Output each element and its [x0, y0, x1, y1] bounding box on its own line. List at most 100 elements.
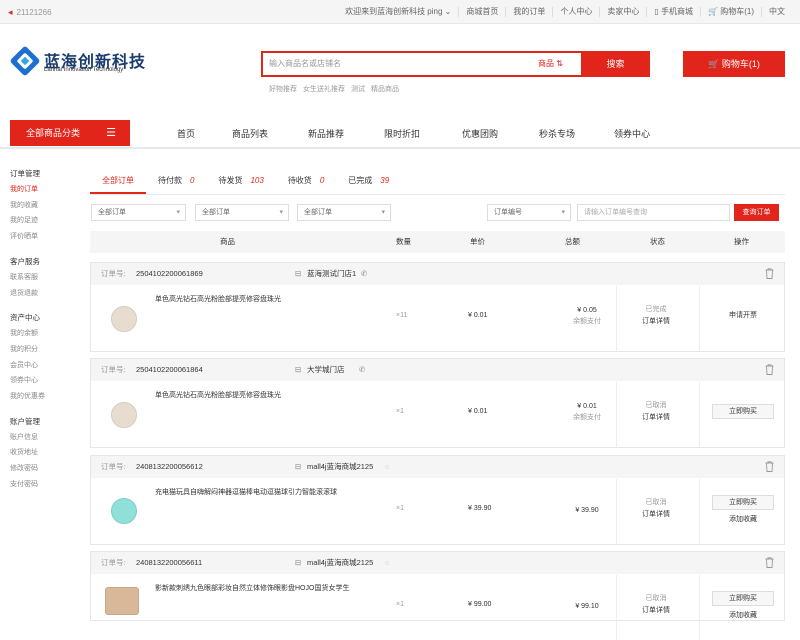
hot-word[interactable]: 测试 [351, 84, 365, 94]
sidebar-item-password[interactable]: 修改密码 [10, 461, 80, 477]
sidebar-item-refund[interactable]: 退货退款 [10, 286, 80, 302]
store-icon: ⊟ [295, 558, 302, 567]
phone-icon[interactable]: ✆ [361, 263, 367, 285]
product-name[interactable]: 充电猫玩具自嗨解闷神器逗猫棒电动逗猫球引力智能滚滚球 [155, 487, 355, 499]
table-header: 商品 数量 单价 总额 状态 操作 [90, 231, 785, 253]
trash-icon[interactable] [765, 268, 774, 279]
tab-pending-payment[interactable]: 待付款 0 [146, 169, 206, 194]
sidebar-item-contact[interactable]: 联系客服 [10, 270, 80, 286]
add-favorite-link[interactable]: 添加收藏 [711, 610, 775, 620]
search-button[interactable]: 搜索 [581, 53, 650, 75]
buy-again-button[interactable]: 立即购买 [712, 495, 774, 510]
sidebar-item-my-orders[interactable]: 我的订单 [10, 182, 80, 198]
nav-item-discount[interactable]: 限时折扣 [364, 127, 440, 140]
link-cart[interactable]: 🛒 购物车(1) [700, 7, 761, 17]
product-name[interactable]: 影新款刺绣九色眼部彩妆自然立体修饰眼影盘HOJO国货女学生 [155, 583, 355, 595]
chat-icon[interactable]: ◌ [385, 552, 389, 574]
nav-item-flash-sale[interactable]: 秒杀专场 [520, 127, 594, 140]
add-favorite-link[interactable]: 添加收藏 [711, 514, 775, 524]
tab-label: 已完成 [348, 176, 373, 185]
sidebar-item-balance[interactable]: 我的余额 [10, 326, 80, 342]
sidebar-group-orders: 订单管理 我的订单 我的收藏 我的足迹 评价晒单 [10, 166, 80, 245]
sidebar-item-address[interactable]: 收货地址 [10, 445, 80, 461]
buy-again-button[interactable]: 立即购买 [712, 404, 774, 419]
tab-pending-shipment[interactable]: 待发货 103 [206, 169, 275, 194]
status-text: 已取消 [645, 402, 667, 409]
phone-icon[interactable]: ✆ [359, 359, 365, 381]
order-detail-link[interactable]: 订单详情 [636, 509, 676, 521]
sidebar-item-account-info[interactable]: 账户信息 [10, 430, 80, 446]
product-image[interactable] [105, 587, 139, 615]
sidebar-group-title: 订单管理 [10, 169, 40, 178]
order-actions: 立即购买 添加收藏 [711, 591, 775, 620]
order-status: 已取消 订单详情 [636, 497, 676, 521]
product-image[interactable] [111, 498, 137, 524]
quantity: ×1 [396, 408, 404, 415]
hot-word[interactable]: 好物推荐 [269, 84, 297, 94]
search-field-select[interactable]: 订单编号 ▾ [487, 204, 571, 221]
nav-item-products[interactable]: 商品列表 [212, 127, 288, 140]
sidebar-item-my-coupons[interactable]: 我的优惠券 [10, 389, 80, 405]
tab-pending-receipt[interactable]: 待收货 0 [276, 169, 336, 194]
store-name[interactable]: mall4j蓝海商城2125 [307, 456, 373, 478]
link-my-orders[interactable]: 我的订单 [505, 7, 552, 17]
welcome-user[interactable]: 欢迎来到蓝海创新科技 ping ⌄ [338, 7, 458, 17]
product-name[interactable]: 单色高光钻石高光粉脸部提亮修容盘珠光 [155, 294, 355, 306]
hot-word[interactable]: 精品商品 [371, 84, 399, 94]
order-detail-link[interactable]: 订单详情 [636, 316, 676, 328]
order-type-select[interactable]: 全部订单 ▾ [91, 204, 186, 221]
trash-icon[interactable] [765, 364, 774, 375]
order-time-select[interactable]: 全部订单 ▾ [195, 204, 289, 221]
sidebar-item-pay-password[interactable]: 支付密码 [10, 477, 80, 493]
link-seller-center[interactable]: 卖家中心 [599, 7, 646, 17]
sidebar-item-points[interactable]: 我的积分 [10, 342, 80, 358]
nav-item-coupons[interactable]: 领券中心 [594, 127, 670, 140]
order-body: 单色高光钻石高光粉脸部提亮修容盘珠光 ×11 ¥ 0.01 ¥ 0.05 余额支付… [91, 286, 784, 351]
sidebar-item-favorites[interactable]: 我的收藏 [10, 198, 80, 214]
order-detail-link[interactable]: 订单详情 [636, 412, 676, 424]
phone-icon: ◂ [8, 7, 13, 17]
product-image[interactable] [111, 306, 137, 332]
language-switch[interactable]: 中文 [761, 7, 792, 17]
store-name[interactable]: mall4j蓝海商城2125 [307, 552, 373, 574]
logo[interactable]: 蓝海创新科技 Lanhai Innovation Technology [10, 44, 150, 80]
sidebar-item-reviews[interactable]: 评价晒单 [10, 229, 80, 245]
apply-invoice-link[interactable]: 申请开票 [711, 310, 775, 320]
store-icon: ⊟ [295, 269, 302, 278]
tab-completed[interactable]: 已完成 39 [336, 169, 401, 194]
order-no: 2408132200056612 [136, 462, 203, 471]
link-home[interactable]: 商城首页 [458, 7, 505, 17]
buy-again-button[interactable]: 立即购买 [712, 591, 774, 606]
search-input[interactable]: 输入商品名或店铺名 [269, 53, 341, 75]
hot-words: 好物推荐 女生送礼推荐 测试 精品商品 [269, 84, 399, 94]
nav-item-group-buy[interactable]: 优惠团购 [440, 127, 520, 140]
link-mobile-mall[interactable]: ▯ 手机商城 [646, 7, 700, 17]
nav-item-new[interactable]: 新品推荐 [288, 127, 364, 140]
pay-method: 余额支付 [573, 318, 601, 325]
link-user-center[interactable]: 个人中心 [552, 7, 599, 17]
store-name[interactable]: 蓝海测试门店1 [307, 263, 356, 285]
total-amount: ¥ 99.10 [575, 603, 599, 610]
col-header-action: 操作 [734, 237, 749, 246]
cart-button[interactable]: 🛒 购物车(1) [683, 51, 785, 77]
order-detail-link[interactable]: 订单详情 [636, 605, 676, 617]
hot-word[interactable]: 女生送礼推荐 [303, 84, 345, 94]
product-image[interactable] [111, 402, 137, 428]
search-category-select[interactable]: 商品 ⇅ [538, 53, 563, 75]
order-number-input[interactable]: 请输入订单编号查询 [577, 204, 730, 221]
trash-icon[interactable] [765, 557, 774, 568]
product-name[interactable]: 单色高光钻石高光粉脸部提亮修容盘珠光 [155, 390, 355, 402]
category-menu-button[interactable]: 全部商品分类 ☰ [10, 120, 130, 146]
tab-all-orders[interactable]: 全部订单 [90, 169, 146, 194]
tab-label: 待付款 [158, 176, 182, 185]
chat-icon[interactable]: ◌ [385, 456, 389, 478]
sidebar-item-coupon-center[interactable]: 领券中心 [10, 373, 80, 389]
sidebar-item-membership[interactable]: 会员中心 [10, 358, 80, 374]
trash-icon[interactable] [765, 461, 774, 472]
sidebar-item-footprints[interactable]: 我的足迹 [10, 213, 80, 229]
order-no: 2408132200056611 [136, 558, 203, 567]
order-status-select[interactable]: 全部订单 ▾ [297, 204, 391, 221]
nav-item-home[interactable]: 首页 [160, 127, 212, 140]
store-name[interactable]: 大学城门店 [307, 359, 345, 381]
query-order-button[interactable]: 查询订单 [734, 204, 779, 221]
